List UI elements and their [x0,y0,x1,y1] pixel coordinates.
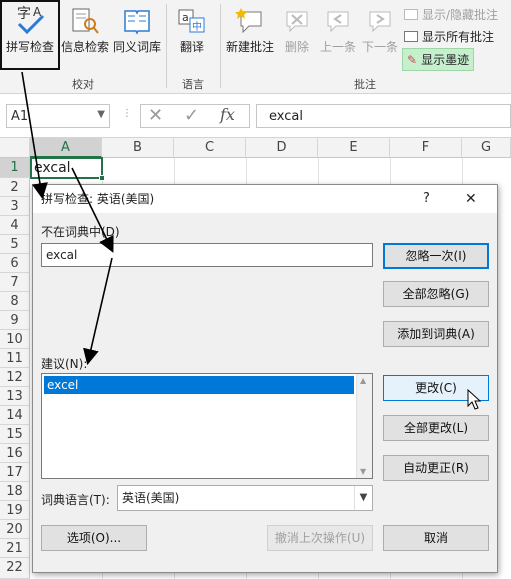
arrow-to-dialog-title [21,71,48,200]
arrow-to-not-in-dict [71,167,114,253]
annotation-arrows [21,71,114,366]
mouse-cursor-icon [467,388,482,410]
arrow-to-suggestions [83,257,113,366]
